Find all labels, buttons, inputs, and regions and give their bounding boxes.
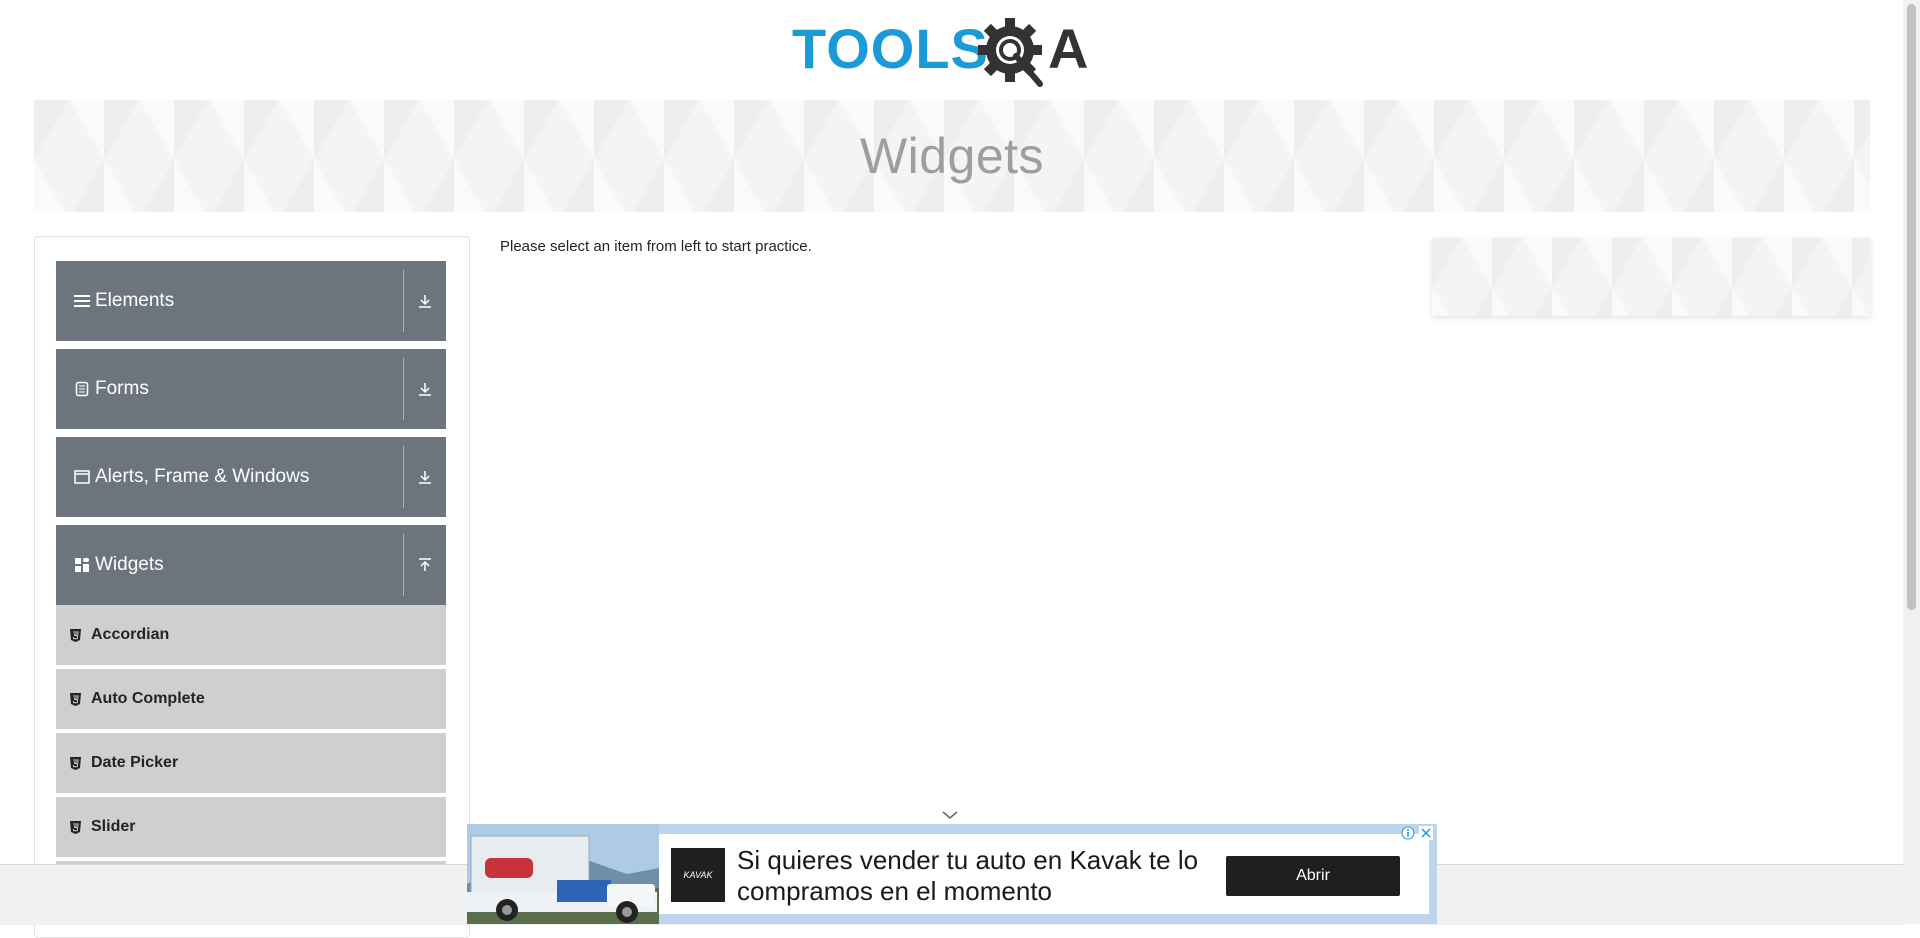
expand-icon[interactable]: [404, 349, 446, 429]
html5-icon: [70, 628, 84, 642]
sidebar-item-label: Auto Complete: [91, 690, 205, 707]
expand-icon[interactable]: [404, 437, 446, 517]
html5-icon: [70, 820, 84, 834]
truck-photo: [467, 824, 659, 924]
left-panel: Elements Forms Alerts, Frame & Windows W…: [34, 236, 470, 938]
logo-a-text: A: [1048, 17, 1088, 80]
expand-icon[interactable]: [404, 261, 446, 341]
html5-icon: [70, 692, 84, 706]
ad-card[interactable]: KAVAK Si quieres vender tu auto en Kavak…: [659, 834, 1429, 914]
collapse-icon[interactable]: [404, 525, 446, 605]
grid-icon: [73, 556, 91, 574]
window-icon: [73, 468, 91, 486]
sidebar-item-date-picker[interactable]: Date Picker: [56, 733, 446, 795]
logo-tools-text: TOOLS: [792, 17, 989, 80]
sidebar-item-label: Accordian: [91, 626, 170, 643]
sidebar-item-accordian[interactable]: Accordian: [56, 605, 446, 667]
page-banner: Widgets: [34, 100, 1870, 212]
ad-open-button[interactable]: Abrir: [1226, 856, 1400, 896]
sidebar-group-elements[interactable]: Elements: [56, 261, 446, 341]
hamburger-icon: [73, 292, 91, 310]
document-icon: [73, 380, 91, 398]
chevron-down-icon[interactable]: [940, 808, 960, 822]
toolsqa-logo[interactable]: TOOLS A: [792, 14, 1114, 90]
sidebar-group-label: Widgets: [95, 554, 164, 575]
close-icon[interactable]: [1419, 826, 1433, 840]
kavak-logo: KAVAK: [671, 848, 725, 902]
sidebar-group-forms[interactable]: Forms: [56, 349, 446, 429]
side-ad-placeholder: [1432, 238, 1870, 316]
info-icon[interactable]: [1401, 826, 1415, 840]
sidebar-group-alerts[interactable]: Alerts, Frame & Windows: [56, 437, 446, 517]
sidebar-group-widgets[interactable]: Widgets: [56, 525, 446, 605]
sidebar-group-label: Alerts, Frame & Windows: [95, 466, 310, 487]
page-scrollbar[interactable]: [1903, 0, 1920, 924]
sidebar-item-label: Date Picker: [91, 754, 179, 771]
sidebar-item-label: Slider: [91, 818, 136, 835]
page-title: Widgets: [859, 128, 1045, 184]
sidebar-group-label: Elements: [95, 290, 175, 311]
sidebar-item-auto-complete[interactable]: Auto Complete: [56, 669, 446, 731]
sidebar-item-slider[interactable]: Slider: [56, 797, 446, 859]
instruction-text: Please select an item from left to start…: [500, 238, 812, 255]
html5-icon: [70, 756, 84, 770]
ad-headline: Si quieres vender tu auto en Kavak te lo…: [737, 845, 1199, 906]
scrollbar-thumb[interactable]: [1907, 4, 1916, 610]
ad-banner[interactable]: KAVAK Si quieres vender tu auto en Kavak…: [467, 824, 1437, 924]
sidebar-group-label: Forms: [95, 378, 149, 399]
